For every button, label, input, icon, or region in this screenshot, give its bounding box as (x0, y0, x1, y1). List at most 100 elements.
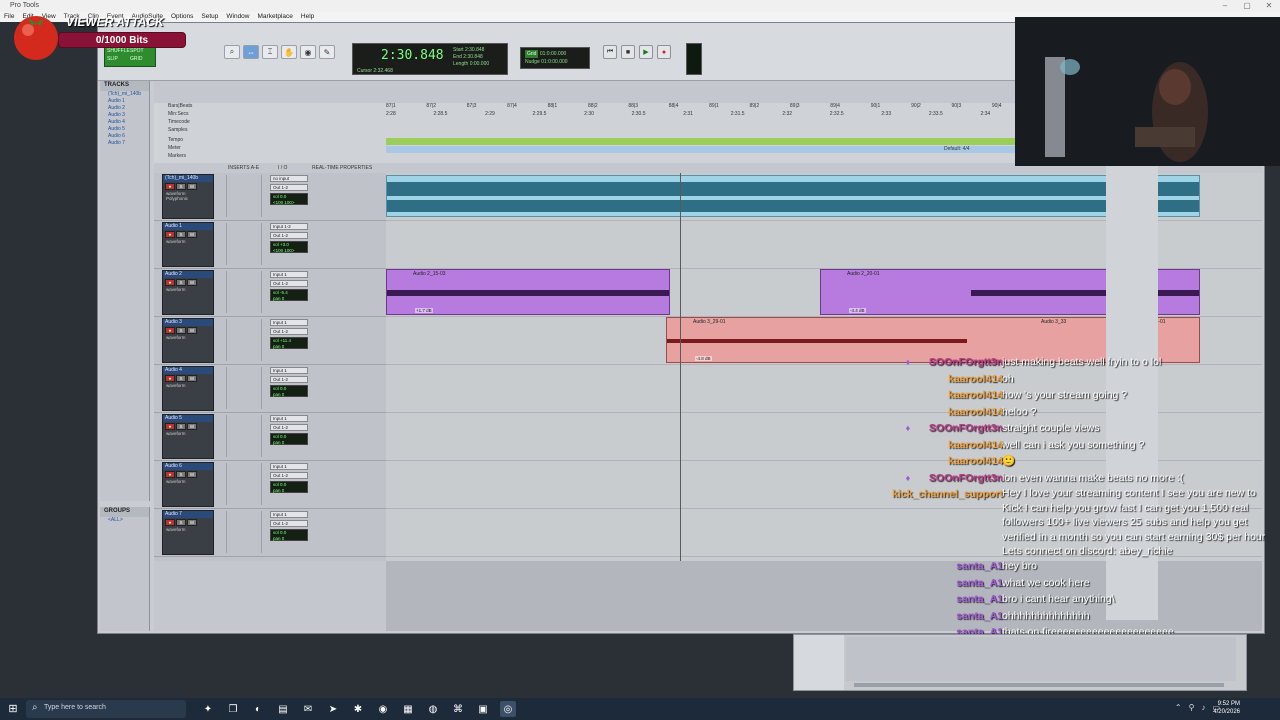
output-selector[interactable]: Out 1-2 (270, 424, 308, 431)
chevron-up-icon[interactable]: ⌃ (1175, 703, 1182, 712)
chat-username[interactable]: kick_channel_support (892, 486, 1003, 503)
mute-button[interactable]: M (187, 471, 197, 478)
groups-list-item[interactable]: <ALL> (100, 517, 149, 524)
solo-button[interactable]: S (176, 183, 186, 190)
record-icon[interactable]: ● (657, 45, 671, 59)
track-header[interactable]: Audio 3 ● S Mwaveform Input 1 Out 1-2 vol +11.… (154, 317, 386, 365)
track-name[interactable]: Audio 1 (163, 223, 213, 230)
inserts-column[interactable] (226, 367, 262, 409)
output-selector[interactable]: Out 1-2 (270, 280, 308, 287)
input-selector[interactable]: Input 1 (270, 271, 308, 278)
input-selector[interactable]: Input 1 (270, 463, 308, 470)
telegram-icon[interactable]: ➤ (325, 701, 341, 717)
scrubber-tool-icon[interactable]: ◉ (300, 45, 316, 59)
record-enable-button[interactable]: ● (165, 231, 175, 238)
mail-icon[interactable]: ✉ (300, 701, 316, 717)
volume-pan[interactable]: vol -5.4 pan 0 (270, 289, 308, 301)
solo-button[interactable]: S (176, 279, 186, 286)
track-name[interactable]: Audio 2 (163, 271, 213, 278)
track-header[interactable]: Audio 6 ● S Mwaveform Input 1 Out 1-2 vol 0.0 p… (154, 461, 386, 509)
selector-tool-icon[interactable]: ⌶ (262, 45, 278, 59)
return-to-zero-icon[interactable]: ⏮ (603, 45, 617, 59)
solo-button[interactable]: S (176, 231, 186, 238)
chat-username[interactable]: kaarool414 (948, 387, 1003, 404)
track-header[interactable]: Audio 7 ● S Mwaveform Input 1 Out 1-2 vol 0.0 p… (154, 509, 386, 557)
track-view-selector[interactable]: waveform (163, 335, 213, 340)
volume-pan[interactable]: vol 0.0 pan 0 (270, 529, 308, 541)
track-header[interactable]: (Tch)_mi_140b ● S Mwaveform Polyphonic no inp… (154, 173, 386, 221)
output-selector[interactable]: Out 1-2 (270, 472, 308, 479)
track-header[interactable]: Audio 1 ● S Mwaveform Input 1-2 Out 1-2 vol +3… (154, 221, 386, 269)
track-view-selector[interactable]: waveform (163, 383, 213, 388)
track-name[interactable]: Audio 6 (163, 463, 213, 470)
end-value[interactable]: 2:30.848 (463, 54, 482, 60)
tracks-list-item[interactable]: Audio 6 (100, 133, 149, 140)
play-icon[interactable]: ▶ (639, 45, 653, 59)
input-selector[interactable]: Input 1 (270, 319, 308, 326)
menu-help[interactable]: Help (301, 12, 314, 22)
track-view-selector[interactable]: waveform (163, 239, 213, 244)
record-enable-button[interactable]: ● (165, 519, 175, 526)
main-counter[interactable]: 2:30.848 Start 2:30.848 End 2:30.848 Len… (352, 43, 508, 75)
tool-icon[interactable]: ✱ (350, 701, 366, 717)
tracks-list-item[interactable]: Audio 7 (100, 140, 149, 147)
chat-username[interactable]: SOOnFOrgtt3n (929, 470, 1003, 487)
tracks-list-item[interactable]: Audio 2 (100, 105, 149, 112)
track-view-selector[interactable]: waveform (163, 479, 213, 484)
file-explorer-icon[interactable]: ▤ (275, 701, 291, 717)
taskbar-search[interactable]: ⌕ Type here to search (26, 700, 186, 718)
minimize-button[interactable]: – (1214, 0, 1236, 12)
track-header[interactable]: Audio 2 ● S Mwaveform Input 1 Out 1-2 vol -5.4… (154, 269, 386, 317)
menu-marketplace[interactable]: Marketplace (258, 12, 293, 22)
mute-button[interactable]: M (187, 231, 197, 238)
tracks-list-item[interactable]: Audio 5 (100, 126, 149, 133)
stop-icon[interactable]: ■ (621, 45, 635, 59)
track-name[interactable]: Audio 3 (163, 319, 213, 326)
chat-username[interactable]: SOOnFOrgtt3n (929, 354, 1003, 371)
zoom-tool-icon[interactable]: ⌕ (224, 45, 240, 59)
output-selector[interactable]: Out 1-2 (270, 376, 308, 383)
input-selector[interactable]: Input 1 (270, 367, 308, 374)
output-selector[interactable]: Out 1-2 (270, 520, 308, 527)
mute-button[interactable]: M (187, 519, 197, 526)
inserts-column[interactable] (226, 463, 262, 505)
chat-username[interactable]: santa_A1 (956, 608, 1003, 625)
menu-window[interactable]: Window (226, 12, 249, 22)
copilot-icon[interactable]: ✦ (200, 701, 216, 717)
app-icon[interactable]: ▣ (475, 701, 491, 717)
track-view-selector[interactable]: waveform (163, 527, 213, 532)
mute-button[interactable]: M (187, 327, 197, 334)
volume-pan[interactable]: vol 0.0 <100 100> (270, 193, 308, 205)
inserts-column[interactable] (226, 271, 262, 313)
trim-tool-icon[interactable]: ⇔ (243, 45, 259, 59)
record-enable-button[interactable]: ● (165, 279, 175, 286)
length-value[interactable]: 0:00.000 (470, 61, 489, 67)
tracks-list-item[interactable]: Audio 1 (100, 98, 149, 105)
mute-button[interactable]: M (187, 279, 197, 286)
volume-pan[interactable]: vol +3.0 <100 100> (270, 241, 308, 253)
track-name[interactable]: Audio 4 (163, 367, 213, 374)
inserts-column[interactable] (226, 175, 262, 217)
start-value[interactable]: 2:30.848 (465, 47, 484, 53)
solo-button[interactable]: S (176, 471, 186, 478)
inserts-column[interactable] (226, 319, 262, 361)
solo-button[interactable]: S (176, 423, 186, 430)
output-selector[interactable]: Out 1-2 (270, 232, 308, 239)
record-enable-button[interactable]: ● (165, 423, 175, 430)
chat-username[interactable]: santa_A1 (956, 575, 1003, 592)
input-selector[interactable]: Input 1-2 (270, 223, 308, 230)
taskbar-clock[interactable]: 9:52 PM 4/20/2026 (1213, 700, 1240, 716)
output-selector[interactable]: Out 1-2 (270, 184, 308, 191)
playhead[interactable] (680, 173, 681, 561)
volume-pan[interactable]: vol 0.0 pan 0 (270, 433, 308, 445)
mute-button[interactable]: M (187, 423, 197, 430)
spotify-icon[interactable]: ◉ (375, 701, 391, 717)
mute-button[interactable]: M (187, 375, 197, 382)
close-button[interactable]: ✕ (1258, 0, 1280, 12)
tracks-list-item[interactable]: (Tch)_mi_140b (100, 91, 149, 98)
record-enable-button[interactable]: ● (165, 183, 175, 190)
vscode-icon[interactable]: ⌘ (450, 701, 466, 717)
volume-icon[interactable]: ♪ (1201, 703, 1205, 712)
input-selector[interactable]: Input 1 (270, 511, 308, 518)
tracks-list-item[interactable]: Audio 4 (100, 119, 149, 126)
